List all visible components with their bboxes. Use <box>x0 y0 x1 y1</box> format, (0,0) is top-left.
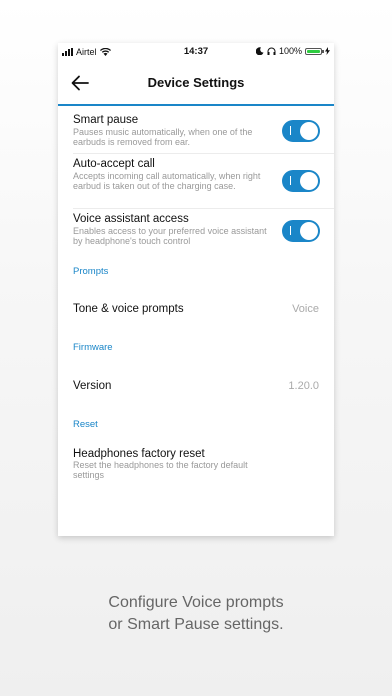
tone-voice-prompts-value: Voice <box>292 303 319 315</box>
version-row: Version 1.20.0 <box>58 367 334 403</box>
voice-assistant-toggle[interactable] <box>282 220 320 242</box>
smart-pause-row: Smart pause Pauses music automatically, … <box>58 106 334 154</box>
phone-screen: Airtel 14:37 100% Device Settings Smart … <box>58 43 334 536</box>
voice-assistant-description: Enables access to your preferred voice a… <box>73 226 267 246</box>
factory-reset-row[interactable]: Headphones factory reset Reset the headp… <box>58 443 334 493</box>
voice-assistant-row: Voice assistant access Enables access to… <box>58 209 334 257</box>
moon-icon <box>255 47 264 55</box>
reset-section-header: Reset <box>73 419 98 430</box>
smart-pause-description: Pauses music automatically, when one of … <box>73 127 253 147</box>
factory-reset-label: Headphones factory reset <box>73 448 205 460</box>
battery-percent: 100% <box>278 46 302 56</box>
tone-voice-prompts-row[interactable]: Tone & voice prompts Voice <box>58 291 334 327</box>
prompts-section-header: Prompts <box>73 266 109 277</box>
smart-pause-label: Smart pause <box>73 114 139 126</box>
caption-line-1: Configure Voice prompts <box>108 594 284 611</box>
tone-voice-prompts-label: Tone & voice prompts <box>73 303 184 315</box>
caption-line-2: or Smart Pause settings. <box>108 616 284 633</box>
auto-accept-call-label: Auto-accept call <box>73 158 155 170</box>
status-bar: Airtel 14:37 100% <box>58 43 334 61</box>
headphones-icon <box>267 47 276 55</box>
version-value: 1.20.0 <box>288 380 319 392</box>
version-label: Version <box>73 380 112 392</box>
voice-assistant-label: Voice assistant access <box>73 213 189 225</box>
auto-accept-call-description: Accepts incoming call automatically, whe… <box>73 171 261 191</box>
battery-icon <box>305 47 324 55</box>
auto-accept-call-row: Auto-accept call Accepts incoming call a… <box>58 154 334 209</box>
firmware-section-header: Firmware <box>73 342 113 353</box>
auto-accept-call-toggle[interactable] <box>282 170 320 192</box>
app-header: Device Settings <box>58 61 334 106</box>
smart-pause-toggle[interactable] <box>282 120 320 142</box>
factory-reset-description: Reset the headphones to the factory defa… <box>73 460 248 480</box>
page-title: Device Settings <box>147 75 245 90</box>
charging-bolt-icon <box>325 47 330 55</box>
